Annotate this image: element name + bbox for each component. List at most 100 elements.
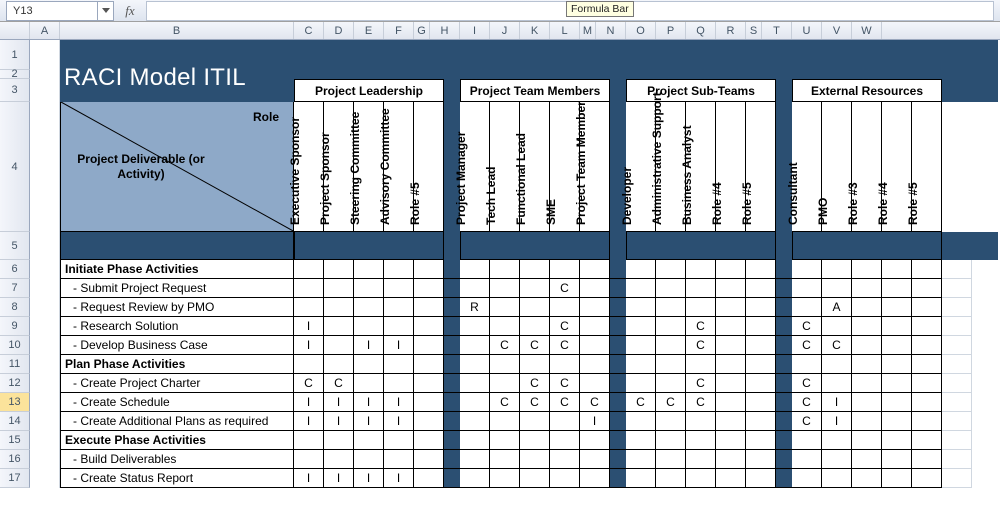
raci-cell[interactable] xyxy=(626,298,656,317)
raci-cell[interactable] xyxy=(490,298,520,317)
raci-cell[interactable] xyxy=(626,317,656,336)
col-header-I[interactable]: I xyxy=(460,22,490,39)
role-header-cell[interactable]: Role #5 xyxy=(414,102,444,232)
raci-cell[interactable] xyxy=(882,355,912,374)
raci-cell[interactable] xyxy=(460,393,490,412)
raci-cell[interactable] xyxy=(912,279,942,298)
col-header-M[interactable]: M xyxy=(580,22,596,39)
raci-cell[interactable] xyxy=(550,298,580,317)
raci-cell[interactable] xyxy=(882,260,912,279)
role-header-cell[interactable]: Role #5 xyxy=(912,102,942,232)
raci-cell[interactable] xyxy=(882,393,912,412)
raci-cell[interactable] xyxy=(716,469,746,488)
raci-cell[interactable]: I xyxy=(354,469,384,488)
raci-cell[interactable] xyxy=(792,450,822,469)
row-header[interactable]: 12 xyxy=(0,374,30,393)
raci-cell[interactable] xyxy=(324,431,354,450)
raci-cell[interactable] xyxy=(746,298,776,317)
raci-cell[interactable] xyxy=(626,355,656,374)
raci-cell[interactable] xyxy=(520,469,550,488)
row-header[interactable]: 1 xyxy=(0,40,30,70)
raci-cell[interactable] xyxy=(656,317,686,336)
raci-cell[interactable] xyxy=(716,431,746,450)
raci-cell[interactable] xyxy=(822,431,852,450)
raci-cell[interactable]: C xyxy=(294,374,324,393)
empty-cell[interactable] xyxy=(942,431,972,450)
raci-cell[interactable] xyxy=(822,279,852,298)
empty-cell[interactable] xyxy=(942,355,972,374)
raci-cell[interactable] xyxy=(656,469,686,488)
raci-cell[interactable] xyxy=(460,450,490,469)
col-header-A[interactable]: A xyxy=(30,22,60,39)
raci-cell[interactable] xyxy=(746,431,776,450)
col-header-B[interactable]: B xyxy=(60,22,294,39)
raci-cell[interactable]: C xyxy=(686,374,716,393)
row-header[interactable]: 9 xyxy=(0,317,30,336)
row-header[interactable]: 11 xyxy=(0,355,30,374)
raci-cell[interactable] xyxy=(686,450,716,469)
raci-cell[interactable] xyxy=(294,450,324,469)
raci-cell[interactable] xyxy=(746,450,776,469)
raci-cell[interactable] xyxy=(354,374,384,393)
col-header-J[interactable]: J xyxy=(490,22,520,39)
raci-cell[interactable] xyxy=(716,298,746,317)
empty-cell[interactable] xyxy=(942,298,972,317)
activity-cell[interactable]: - Create Project Charter xyxy=(60,374,294,393)
raci-cell[interactable]: I xyxy=(822,393,852,412)
activity-cell[interactable]: Initiate Phase Activities xyxy=(60,260,294,279)
raci-cell[interactable] xyxy=(626,412,656,431)
select-all-corner[interactable] xyxy=(0,22,30,39)
raci-cell[interactable] xyxy=(882,469,912,488)
raci-cell[interactable] xyxy=(490,431,520,450)
activity-cell[interactable]: - Research Solution xyxy=(60,317,294,336)
raci-cell[interactable]: I xyxy=(580,412,610,431)
empty-cell[interactable] xyxy=(942,450,972,469)
raci-cell[interactable] xyxy=(414,374,444,393)
raci-cell[interactable]: C xyxy=(822,336,852,355)
raci-cell[interactable] xyxy=(580,298,610,317)
raci-cell[interactable] xyxy=(822,355,852,374)
raci-cell[interactable] xyxy=(852,317,882,336)
raci-cell[interactable] xyxy=(490,260,520,279)
raci-cell[interactable]: C xyxy=(490,393,520,412)
raci-cell[interactable] xyxy=(550,260,580,279)
raci-cell[interactable] xyxy=(912,469,942,488)
raci-cell[interactable] xyxy=(626,374,656,393)
row-header[interactable]: 6 xyxy=(0,260,30,279)
raci-cell[interactable]: I xyxy=(384,393,414,412)
raci-cell[interactable] xyxy=(460,469,490,488)
raci-cell[interactable] xyxy=(912,317,942,336)
fx-icon[interactable]: fx xyxy=(120,2,140,20)
raci-cell[interactable] xyxy=(822,374,852,393)
raci-cell[interactable] xyxy=(716,260,746,279)
raci-cell[interactable]: C xyxy=(686,336,716,355)
raci-cell[interactable] xyxy=(656,298,686,317)
raci-cell[interactable] xyxy=(716,450,746,469)
raci-cell[interactable]: I xyxy=(324,393,354,412)
col-header-G[interactable]: G xyxy=(414,22,430,39)
raci-cell[interactable] xyxy=(912,260,942,279)
raci-cell[interactable] xyxy=(882,279,912,298)
raci-cell[interactable] xyxy=(716,393,746,412)
raci-cell[interactable] xyxy=(460,431,490,450)
raci-cell[interactable] xyxy=(852,260,882,279)
raci-cell[interactable] xyxy=(354,260,384,279)
raci-cell[interactable] xyxy=(460,355,490,374)
empty-cell[interactable] xyxy=(942,374,972,393)
raci-cell[interactable] xyxy=(580,431,610,450)
raci-cell[interactable] xyxy=(414,469,444,488)
raci-cell[interactable] xyxy=(882,412,912,431)
raci-cell[interactable]: I xyxy=(294,336,324,355)
col-A-body[interactable] xyxy=(30,40,60,488)
raci-cell[interactable] xyxy=(852,450,882,469)
raci-cell[interactable] xyxy=(580,469,610,488)
raci-cell[interactable] xyxy=(490,279,520,298)
raci-cell[interactable] xyxy=(626,336,656,355)
activity-cell[interactable]: - Submit Project Request xyxy=(60,279,294,298)
raci-cell[interactable] xyxy=(716,317,746,336)
raci-cell[interactable] xyxy=(550,450,580,469)
raci-cell[interactable] xyxy=(580,355,610,374)
raci-cell[interactable] xyxy=(490,355,520,374)
col-header-K[interactable]: K xyxy=(520,22,550,39)
row-header[interactable]: 10 xyxy=(0,336,30,355)
